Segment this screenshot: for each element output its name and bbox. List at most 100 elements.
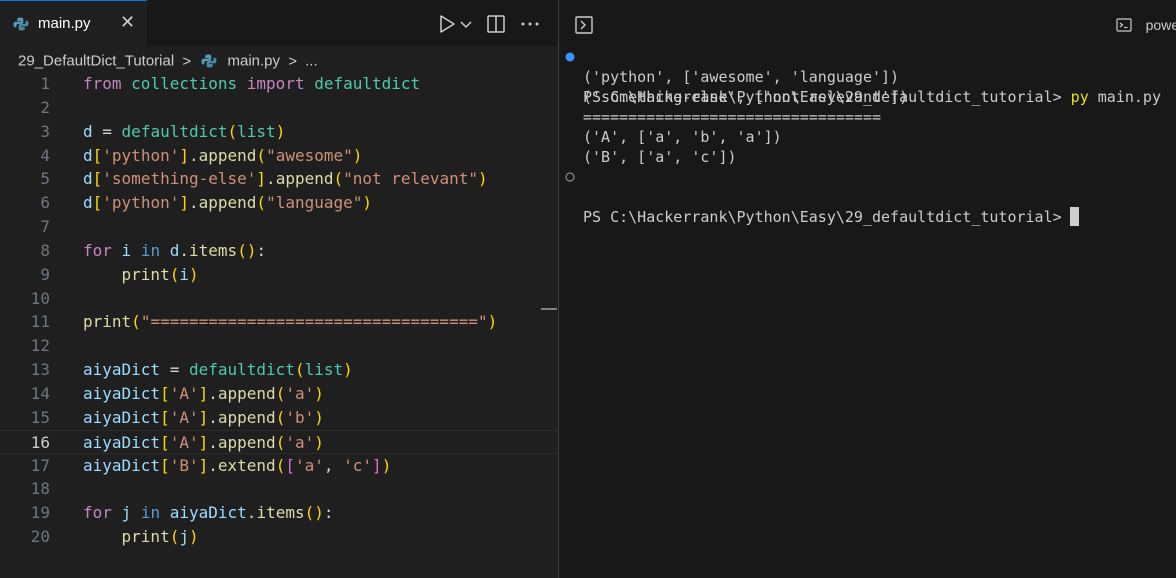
code-line[interactable]: 8 for i in d.items(): xyxy=(0,239,558,263)
code-token: aiyaDict xyxy=(169,503,247,523)
code-area[interactable]: 1 from collections import defaultdict 2 3 d … xyxy=(0,72,558,549)
code-line[interactable]: 10 xyxy=(0,287,558,311)
more-actions-icon[interactable] xyxy=(519,14,541,34)
code-token: ] xyxy=(256,169,267,189)
code-token: = xyxy=(92,121,122,141)
command-success-icon xyxy=(565,52,575,62)
code-token: ( xyxy=(169,264,180,284)
code-token: ) xyxy=(275,121,286,141)
code-line[interactable]: 9 print(i) xyxy=(0,263,558,287)
code-token: ] xyxy=(372,455,382,475)
code-token: [ xyxy=(160,432,170,452)
editor-pane: main.py ✕ 29_DefaultDict_Tutorial > main… xyxy=(0,0,558,578)
code-line[interactable]: 6 d['python'].append("language") xyxy=(0,191,558,215)
terminal-tab-label: powe xyxy=(1145,16,1176,33)
run-icon[interactable] xyxy=(437,14,457,34)
code-token: ( xyxy=(169,527,180,547)
code-token: aiyaDict xyxy=(83,407,161,427)
code-token: d xyxy=(169,240,180,260)
code-line[interactable]: 5 d['something-else'].append("not relevan… xyxy=(0,167,558,191)
breadcrumb-symbol[interactable]: ... xyxy=(305,53,318,70)
line-number: 3 xyxy=(40,121,50,141)
code-line[interactable]: 4 d['python'].append("awesome") xyxy=(0,144,558,168)
code-token: ( xyxy=(256,193,267,213)
terminal-icon[interactable] xyxy=(575,16,593,34)
code-token: . xyxy=(208,432,218,452)
code-token: ( xyxy=(275,455,286,475)
line-number: 19 xyxy=(30,503,50,523)
line-number: 2 xyxy=(40,97,50,117)
code-line[interactable]: 20 print(j) xyxy=(0,525,558,549)
line-number: 7 xyxy=(40,217,50,237)
code-token: ( xyxy=(275,432,286,452)
code-token: ) xyxy=(362,193,373,213)
code-token: "language" xyxy=(266,193,363,213)
line-content: aiyaDict['A'].append('b') xyxy=(83,406,324,430)
line-number: 12 xyxy=(30,336,50,356)
split-editor-icon[interactable] xyxy=(486,14,506,34)
line-number: 18 xyxy=(30,479,50,499)
code-line[interactable]: 11 print("===============================… xyxy=(0,310,558,334)
code-token: ( xyxy=(333,169,344,189)
code-line[interactable]: 19 for j in aiyaDict.items(): xyxy=(0,501,558,525)
overview-ruler-marker xyxy=(541,308,557,310)
code-token: ] xyxy=(198,407,209,427)
code-token: 'python' xyxy=(102,193,180,213)
code-token: . xyxy=(208,383,218,403)
code-token: ( xyxy=(131,312,141,332)
code-line[interactable]: 12 xyxy=(0,334,558,358)
chevron-down-icon[interactable] xyxy=(459,14,473,34)
code-line[interactable]: 17 aiyaDict['B'].extend(['a', 'c']) xyxy=(0,454,558,478)
breadcrumb-file[interactable]: main.py xyxy=(227,53,280,70)
terminal-shell-icon xyxy=(1116,17,1132,32)
code-token: 'c' xyxy=(343,455,373,475)
code-line[interactable]: 14 aiyaDict['A'].append('a') xyxy=(0,382,558,406)
tab-main-py[interactable]: main.py ✕ xyxy=(0,0,147,46)
code-line[interactable]: 18 xyxy=(0,477,558,501)
code-token: . xyxy=(179,240,190,260)
code-token: append xyxy=(198,193,257,213)
line-content: for j in aiyaDict.items(): xyxy=(83,501,334,525)
code-token: 'something-else' xyxy=(102,169,257,189)
code-token: for xyxy=(83,503,112,523)
code-token: ] xyxy=(198,383,209,403)
close-tab-icon[interactable]: ✕ xyxy=(120,12,135,33)
code-token: 'a' xyxy=(285,432,315,452)
code-token: [ xyxy=(92,193,103,213)
code-token: [ xyxy=(92,169,103,189)
code-token: aiyaDict xyxy=(83,383,161,403)
code-token: i xyxy=(179,264,189,284)
terminal-tab-powershell[interactable]: powe xyxy=(1116,14,1176,33)
code-token: 'python' xyxy=(102,145,180,165)
code-token: i xyxy=(121,240,132,260)
tab-label: main.py xyxy=(38,15,91,32)
line-number: 14 xyxy=(30,383,50,403)
line-number: 6 xyxy=(40,193,50,213)
code-token: print xyxy=(121,527,170,547)
code-token: d xyxy=(83,169,93,189)
code-token: for xyxy=(83,240,112,260)
line-number: 17 xyxy=(30,455,50,475)
code-token: extend xyxy=(217,455,276,475)
code-token: : xyxy=(323,503,334,523)
terminal-output[interactable]: PS C:\Hackerrank\Python\Easy\29_defaultd… xyxy=(565,47,1161,226)
code-line[interactable]: 7 xyxy=(0,215,558,239)
code-line[interactable]: 13 aiyaDict = defaultdict(list) xyxy=(0,358,558,382)
code-line[interactable]: 3 d = defaultdict(list) xyxy=(0,120,558,144)
code-token: append xyxy=(217,383,276,403)
code-token: import xyxy=(246,74,305,93)
code-line[interactable]: 16 aiyaDict['A'].append('a') xyxy=(0,429,558,454)
code-token: append xyxy=(217,407,276,427)
command-pending-icon xyxy=(565,172,575,182)
breadcrumb-folder[interactable]: 29_DefaultDict_Tutorial xyxy=(18,53,174,70)
code-line[interactable]: 15 aiyaDict['A'].append('b') xyxy=(0,406,558,430)
code-line[interactable]: 1 from collections import defaultdict xyxy=(0,72,558,96)
code-line[interactable]: 2 xyxy=(0,96,558,120)
code-token: aiyaDict xyxy=(83,455,161,475)
code-token: ] xyxy=(179,193,189,213)
terminal-output-line: ================================= xyxy=(565,107,881,127)
